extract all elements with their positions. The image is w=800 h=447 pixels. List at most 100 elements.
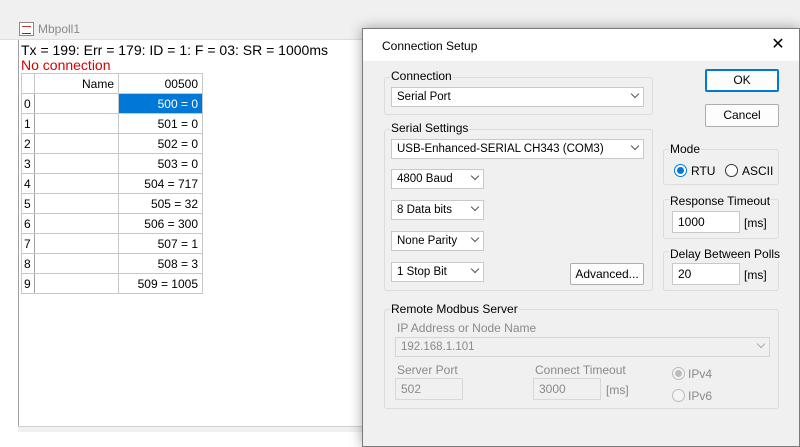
baud-rate-select[interactable]: 4800 Baud bbox=[391, 169, 484, 189]
ascii-radio-label[interactable]: ASCII bbox=[742, 164, 773, 178]
grid-header-row: Name 00500 bbox=[21, 73, 203, 94]
table-row: 8 508 = 3 bbox=[21, 253, 203, 274]
mbpoll-window-title: Mbpoll1 bbox=[38, 22, 81, 36]
rtu-radio[interactable] bbox=[674, 164, 687, 177]
response-timeout-label: Response Timeout bbox=[669, 194, 772, 208]
row-index: 2 bbox=[21, 133, 35, 154]
value-cell[interactable]: 504 = 717 bbox=[118, 173, 203, 194]
ok-button[interactable]: OK bbox=[705, 69, 779, 92]
ip-address-label: IP Address or Node Name bbox=[397, 321, 537, 335]
value-cell[interactable]: 503 = 0 bbox=[118, 153, 203, 174]
ip-address-value: 192.168.1.101 bbox=[401, 341, 475, 353]
server-port-label: Server Port bbox=[397, 363, 458, 377]
row-index: 9 bbox=[21, 273, 35, 294]
row-index: 5 bbox=[21, 193, 35, 214]
cancel-button[interactable]: Cancel bbox=[705, 104, 779, 127]
connect-timeout-input[interactable]: 3000 bbox=[533, 378, 601, 400]
table-row: 5 505 = 32 bbox=[21, 193, 203, 214]
data-bits-select[interactable]: 8 Data bits bbox=[391, 200, 484, 220]
alias-cell[interactable] bbox=[34, 273, 119, 294]
chevron-down-icon bbox=[630, 89, 640, 99]
dialog-title: Connection Setup bbox=[382, 39, 478, 53]
mode-group-label: Mode bbox=[669, 142, 702, 156]
grid-header-name[interactable]: Name bbox=[34, 73, 119, 94]
stop-bits-value: 1 Stop Bit bbox=[397, 266, 447, 278]
value-cell[interactable]: 500 = 0 bbox=[118, 93, 203, 114]
alias-cell[interactable] bbox=[34, 173, 119, 194]
serial-port-select[interactable]: USB-Enhanced-SERIAL CH343 (COM3) bbox=[391, 139, 644, 159]
data-bits-value: 8 Data bits bbox=[397, 204, 452, 216]
ipv4-radio-label[interactable]: IPv4 bbox=[688, 367, 712, 381]
server-port-input[interactable]: 502 bbox=[395, 378, 463, 400]
value-cell[interactable]: 507 = 1 bbox=[118, 233, 203, 254]
chevron-down-icon bbox=[470, 171, 480, 181]
row-index: 4 bbox=[21, 173, 35, 194]
ipv6-radio-label[interactable]: IPv6 bbox=[688, 389, 712, 403]
rtu-radio-label[interactable]: RTU bbox=[691, 164, 715, 178]
parity-value: None Parity bbox=[397, 235, 458, 247]
connection-setup-dialog: Connection Setup ✕ Connection Serial Por… bbox=[362, 28, 800, 447]
table-row: 1 501 = 0 bbox=[21, 113, 203, 134]
ascii-radio[interactable] bbox=[725, 164, 738, 177]
table-row: 6 506 = 300 bbox=[21, 213, 203, 234]
table-row: 4 504 = 717 bbox=[21, 173, 203, 194]
chevron-down-icon bbox=[470, 202, 480, 212]
chevron-down-icon bbox=[470, 233, 480, 243]
serial-settings-group-label: Serial Settings bbox=[390, 121, 470, 135]
parity-select[interactable]: None Parity bbox=[391, 231, 484, 251]
table-row: 3 503 = 0 bbox=[21, 153, 203, 174]
delay-between-polls-label: Delay Between Polls bbox=[669, 247, 782, 261]
value-cell[interactable]: 505 = 32 bbox=[118, 193, 203, 214]
row-index: 3 bbox=[21, 153, 35, 174]
ipv6-radio[interactable] bbox=[672, 389, 685, 402]
response-timeout-unit: [ms] bbox=[744, 216, 767, 230]
value-cell[interactable]: 501 = 0 bbox=[118, 113, 203, 134]
chevron-down-icon bbox=[630, 141, 640, 151]
delay-between-polls-unit: [ms] bbox=[744, 268, 767, 282]
alias-cell[interactable] bbox=[34, 153, 119, 174]
connection-group-label: Connection bbox=[390, 69, 453, 83]
value-cell[interactable]: 506 = 300 bbox=[118, 213, 203, 234]
table-row: 2 502 = 0 bbox=[21, 133, 203, 154]
value-cell[interactable]: 502 = 0 bbox=[118, 133, 203, 154]
chevron-down-icon bbox=[756, 339, 766, 349]
alias-cell[interactable] bbox=[34, 253, 119, 274]
alias-cell[interactable] bbox=[34, 193, 119, 214]
table-row: 9 509 = 1005 bbox=[21, 273, 203, 294]
connect-timeout-label: Connect Timeout bbox=[535, 363, 626, 377]
connection-type-select[interactable]: Serial Port bbox=[391, 87, 644, 107]
stop-bits-select[interactable]: 1 Stop Bit bbox=[391, 262, 484, 282]
response-timeout-input[interactable]: 1000 bbox=[672, 211, 740, 233]
alias-cell[interactable] bbox=[34, 213, 119, 234]
value-cell[interactable]: 508 = 3 bbox=[118, 253, 203, 274]
horizontal-scrollbar[interactable] bbox=[18, 426, 388, 432]
row-index: 1 bbox=[21, 113, 35, 134]
connection-type-value: Serial Port bbox=[397, 91, 451, 103]
dialog-titlebar[interactable]: Connection Setup ✕ bbox=[363, 29, 799, 61]
baud-rate-value: 4800 Baud bbox=[397, 173, 453, 185]
alias-cell[interactable] bbox=[34, 113, 119, 134]
serial-port-value: USB-Enhanced-SERIAL CH343 (COM3) bbox=[397, 143, 604, 155]
table-row: 7 507 = 1 bbox=[21, 233, 203, 254]
alias-cell[interactable] bbox=[34, 233, 119, 254]
alias-cell[interactable] bbox=[34, 93, 119, 114]
row-index: 8 bbox=[21, 253, 35, 274]
chevron-down-icon bbox=[470, 264, 480, 274]
ip-address-select[interactable]: 192.168.1.101 bbox=[395, 337, 770, 357]
close-icon[interactable]: ✕ bbox=[765, 33, 791, 57]
mbpoll-app-icon bbox=[19, 22, 34, 36]
grid-corner-cell bbox=[21, 73, 35, 94]
delay-between-polls-input[interactable]: 20 bbox=[672, 263, 740, 285]
remote-server-group-label: Remote Modbus Server bbox=[390, 302, 519, 316]
connect-timeout-unit: [ms] bbox=[606, 383, 629, 397]
table-row: 0 500 = 0 bbox=[21, 93, 203, 114]
register-grid: Name 00500 0 500 = 0 1 501 = 0 2 502 = 0 3 5… bbox=[21, 73, 203, 294]
row-index: 7 bbox=[21, 233, 35, 254]
value-cell[interactable]: 509 = 1005 bbox=[118, 273, 203, 294]
advanced-button[interactable]: Advanced... bbox=[570, 263, 644, 285]
ipv4-radio[interactable] bbox=[672, 367, 685, 380]
row-index: 6 bbox=[21, 213, 35, 234]
connection-error-text: No connection bbox=[21, 57, 111, 73]
alias-cell[interactable] bbox=[34, 133, 119, 154]
grid-header-address[interactable]: 00500 bbox=[118, 73, 203, 94]
